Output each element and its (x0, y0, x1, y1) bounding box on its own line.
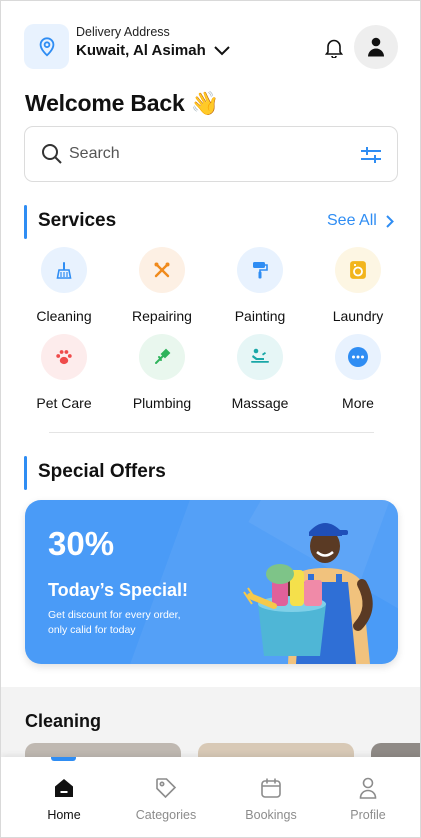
massage-icon (251, 348, 269, 363)
service-laundry[interactable]: Laundry (311, 247, 405, 324)
offer-description-line: only calid for today (48, 624, 136, 636)
offer-headline: Today’s Special! (48, 580, 189, 600)
location-button[interactable] (24, 24, 69, 69)
service-icon-bg (139, 334, 185, 380)
tab-categories[interactable]: Categories (121, 757, 211, 822)
service-icon-bg (237, 334, 283, 380)
special-offer-banner[interactable]: 30% Today’s Special! Get discount for ev… (25, 500, 398, 664)
service-label: Laundry (332, 308, 384, 324)
tab-profile[interactable]: Profile (323, 757, 413, 822)
more-icon (348, 347, 368, 367)
tab-label: Profile (350, 808, 386, 822)
search-bar[interactable]: Search (24, 126, 398, 182)
service-label: More (342, 395, 374, 411)
chevron-down-icon[interactable] (214, 45, 230, 56)
tag-icon (156, 778, 177, 799)
tab-home[interactable]: Home (19, 757, 109, 822)
service-painting[interactable]: Painting (213, 247, 307, 324)
waving-hand-emoji: 👋 (190, 90, 220, 116)
section-accent-bar (24, 205, 27, 239)
service-label: Painting (234, 308, 286, 324)
offer-description-line: Get discount for every order, (48, 609, 181, 621)
tools-icon (154, 262, 170, 278)
service-icon-bg (335, 247, 381, 293)
welcome-text: Welcome Back (25, 90, 185, 116)
bell-icon (325, 39, 343, 58)
offer-percent: 30% (48, 525, 115, 562)
service-label: Repairing (132, 308, 192, 324)
tab-label: Bookings (245, 808, 297, 822)
see-all-label: See All (327, 212, 377, 229)
service-label: Massage (231, 395, 289, 411)
bottom-tab-bar: Home Categories Bookings Profile (1, 757, 420, 837)
service-icon-bg (237, 247, 283, 293)
delivery-address[interactable]: Delivery Address Kuwait, Al Asimah (76, 25, 230, 59)
washing-machine-icon (350, 261, 366, 279)
tab-label: Categories (135, 808, 197, 822)
cleaner-illustration (243, 523, 373, 664)
service-more[interactable]: More (311, 334, 405, 411)
user-icon (368, 37, 384, 57)
services-title: Services (38, 210, 117, 231)
service-pet-care[interactable]: Pet Care (17, 334, 111, 411)
see-all-link[interactable]: See All (327, 212, 394, 230)
special-offers-title: Special Offers (38, 461, 166, 482)
chevron-right-icon (386, 214, 394, 228)
calendar-icon (261, 778, 281, 798)
app-screen: Delivery Address Kuwait, Al Asimah Welco… (0, 0, 421, 838)
service-plumbing[interactable]: Plumbing (115, 334, 209, 411)
notifications-button[interactable] (321, 35, 347, 61)
service-label: Cleaning (36, 308, 92, 324)
profile-avatar-button[interactable] (354, 25, 398, 69)
section-accent-bar (24, 456, 27, 490)
search-input[interactable]: Search (69, 145, 120, 163)
paint-roller-icon (253, 262, 268, 279)
home-icon (55, 779, 73, 797)
cleaning-title: Cleaning (25, 711, 102, 731)
divider (49, 432, 374, 433)
service-repairing[interactable]: Repairing (115, 247, 209, 324)
service-icon-bg (41, 334, 87, 380)
welcome-heading: Welcome Back 👋 (25, 90, 219, 117)
broom-icon (56, 262, 72, 279)
delivery-value: Kuwait, Al Asimah (76, 42, 206, 59)
service-icon-bg (41, 247, 87, 293)
tab-label: Home (47, 808, 81, 822)
service-label: Pet Care (36, 395, 92, 411)
service-massage[interactable]: Massage (213, 334, 307, 411)
location-pin-icon (39, 36, 54, 56)
user-icon (359, 777, 377, 799)
service-cleaning[interactable]: Cleaning (17, 247, 111, 324)
service-icon-bg (139, 247, 185, 293)
paw-icon (56, 350, 72, 365)
search-icon (42, 144, 62, 164)
service-label: Plumbing (132, 395, 192, 411)
delivery-label: Delivery Address (76, 25, 170, 39)
tab-bookings[interactable]: Bookings (226, 757, 316, 822)
plunger-icon (155, 348, 171, 364)
filter-icon[interactable] (359, 143, 383, 167)
offer-description: Get discount for every order, only calid… (48, 608, 198, 638)
service-icon-bg (335, 334, 381, 380)
